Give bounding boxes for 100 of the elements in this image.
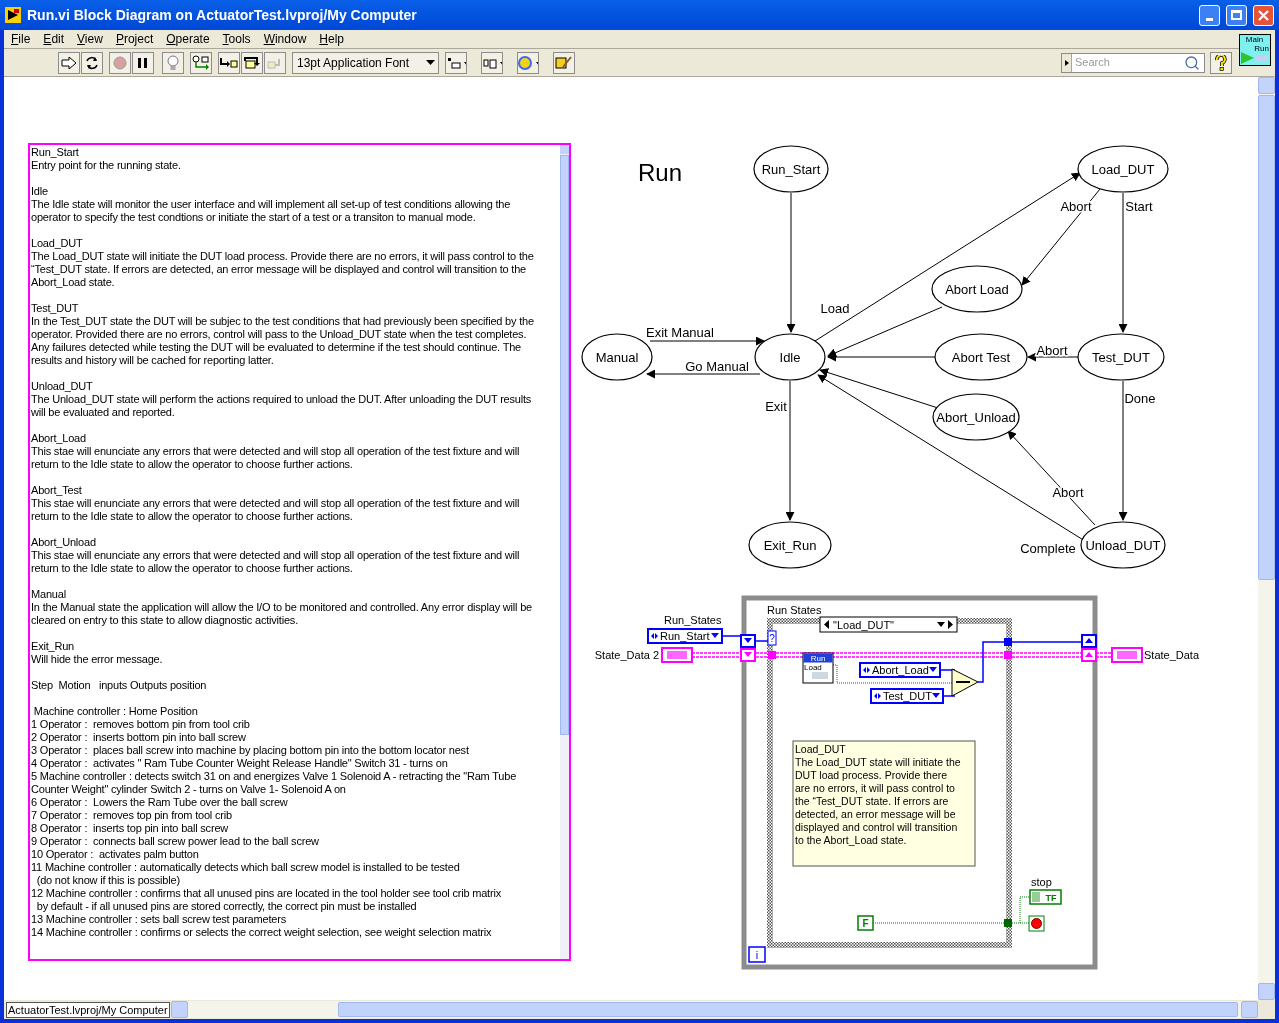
- triangle-icon: [1064, 59, 1069, 66]
- case-selector[interactable]: "Load_DUT": [819, 616, 958, 633]
- menu-item[interactable]: View: [77, 30, 103, 48]
- lightbulb-icon[interactable]: [162, 51, 184, 74]
- comment-line: The Load_DUT state will initiate the DUT load process. Provide there are no errors, it will pass control to the: [31, 250, 534, 263]
- comment-line: Abort_Load: [31, 432, 86, 445]
- comment-line: 5 Machine controller : detects switch 31 on and energizes Valve 1 Solenoid A - retracting the "Ram Tube: [31, 770, 517, 783]
- cleanup-icon[interactable]: [553, 51, 575, 74]
- case-structure-label: Run States: [767, 604, 822, 616]
- shift-register-icon: [1081, 648, 1097, 662]
- enum-constant: Test_DUT: [870, 688, 944, 704]
- diagram-title: Run: [638, 159, 683, 186]
- comment-line: Counter Weight" cylinder Switch 2 - turns on Valve 1- Solenoid A on: [31, 783, 346, 796]
- menu-item[interactable]: Tools: [222, 30, 251, 48]
- boolean-indicator: TF: [1029, 889, 1062, 905]
- minimize-button[interactable]: [1199, 4, 1220, 26]
- comment-line: Test_DUT: [31, 302, 79, 315]
- transition-label: Go Manual: [685, 359, 749, 374]
- pause-icon[interactable]: [132, 51, 154, 74]
- comment-line: (do not know if this is possible): [35, 874, 180, 887]
- comment-line: Abort_Unload: [31, 536, 96, 549]
- enum-constant: Run_Start: [647, 628, 723, 644]
- menu-item[interactable]: File: [11, 30, 31, 48]
- close-button[interactable]: [1253, 4, 1274, 26]
- select-node-icon: [951, 668, 979, 697]
- search-field[interactable]: Search: [1072, 54, 1184, 71]
- vi-icon: Main Run: [1239, 34, 1271, 66]
- comment-line: 9 Operator : connects ball screw power lead to the ball screw: [31, 835, 319, 848]
- state-node: Abort Test: [934, 333, 1028, 381]
- comment-line: results and history will be cached for reporting latter.: [31, 354, 274, 367]
- comment-line: This stae will enunciate any errors that were detected and will stop all operation of the test fixture and will: [31, 549, 520, 562]
- comment-line: In the Manual state the application will allow the I/O to be monitored and controlled. Any error display will be: [31, 601, 532, 614]
- comment-line: Unload_DUT: [31, 380, 93, 393]
- align-dropdown-icon[interactable]: [445, 51, 467, 74]
- comment-line: 6 Operator : Lowers the Ram Tube over the ball screw: [31, 796, 288, 809]
- diagram-comment: Load_DUT The Load_DUT state will initiate the DUT load process. Provide there are no errors, it will pass control to the “Test_DUT state. If errors are detected, an error message will be displayed and control will transition to the Abort_Load state.: [792, 740, 976, 867]
- search-box[interactable]: Search: [1061, 52, 1205, 73]
- tunnel: [1004, 919, 1012, 927]
- comment-line: Abort_Test: [31, 484, 82, 497]
- transition-label: Complete: [1020, 541, 1076, 556]
- indicator-label: stop: [1031, 876, 1052, 888]
- subvi-node: Run Load: [802, 652, 834, 684]
- menu-item[interactable]: Help: [319, 30, 344, 48]
- transition-label: Load: [820, 301, 850, 316]
- step-into-icon[interactable]: [218, 51, 240, 74]
- comment-line: cleared on entry to this state to allow diagnostic activities.: [31, 614, 299, 627]
- state-node: Abort Load: [931, 265, 1023, 313]
- shift-register-icon: [1081, 634, 1097, 648]
- comment-line: return to the Idle state to allow the operator to choose further actions.: [31, 458, 353, 471]
- comment-line: 2 Operator : inserts bottom pin into ball screw: [31, 731, 246, 744]
- cluster-terminal-icon: [1111, 647, 1143, 663]
- menu-item[interactable]: Operate: [166, 30, 210, 48]
- menu-item[interactable]: Project: [115, 30, 154, 48]
- comment-line: Machine controller : Home Position: [32, 705, 198, 718]
- menu-item[interactable]: Window: [263, 30, 307, 48]
- state-node: Test_DUT: [1077, 333, 1165, 381]
- comment-line: return to the Idle state to allow the operator to choose further actions.: [31, 562, 353, 575]
- state-node: Abort_Unload: [932, 393, 1020, 441]
- probe-icon[interactable]: [190, 51, 212, 74]
- help-icon[interactable]: [1210, 51, 1232, 74]
- font-dropdown[interactable]: 13pt Application Font: [292, 51, 439, 74]
- close-icon: [1258, 9, 1269, 21]
- step-over-icon[interactable]: [241, 51, 263, 74]
- window-title: Run.vi Block Diagram on ActuatorTest.lvproj/My Computer: [27, 5, 417, 25]
- app-icon: [5, 7, 21, 23]
- maximize-button[interactable]: [1226, 4, 1247, 26]
- comment-line: Load_DUT: [31, 237, 83, 250]
- comment-line: operator. Provided there are no errors, control will pass to the Unload_DUT state when the test completes.: [31, 328, 527, 341]
- comment-line: 11 Machine controller : automatically detects which ball screw model is installed to be tested: [31, 861, 460, 874]
- state-node: Run_Start: [753, 145, 829, 193]
- comment-line: will be evaluated and reported.: [31, 406, 175, 419]
- comment-line: The Unload_DUT state will perform the actions required to unload the DUT. After unloading the DUT results: [31, 393, 532, 406]
- transition-label: Abort: [1036, 343, 1068, 358]
- comment-line: Step Motion inputs Outputs position: [31, 679, 207, 692]
- comment-line: Run_Start: [31, 146, 79, 159]
- comment-line: “Test_DUT state. If errors are detected, an error message will be displayed and control will transition to the: [31, 263, 527, 276]
- stop-sign-icon: [1028, 915, 1045, 932]
- reorder-dropdown-icon[interactable]: [517, 51, 539, 74]
- transition-label: Abort: [1060, 199, 1092, 214]
- run-continuously-icon[interactable]: [81, 51, 103, 74]
- menu-item[interactable]: Edit: [43, 30, 65, 48]
- search-options-button[interactable]: [1062, 53, 1072, 72]
- caret-icon: [426, 60, 435, 65]
- status-path: ActuatorTest.lvproj/My Computer: [6, 1001, 170, 1018]
- comment-line: 10 Operator : activates palm button: [31, 848, 199, 861]
- transition-label: Start: [1125, 199, 1153, 214]
- comment-line: 13 Machine controller : sets ball screw test parameters: [31, 913, 286, 926]
- enum-constant: Abort_Load: [859, 662, 941, 678]
- shift-register-icon: [740, 634, 756, 648]
- comment-line: The Idle state will monitor the user interface and will implement all set-up of test conditions allowing the: [31, 198, 511, 211]
- state-node: Exit_Run: [748, 521, 832, 569]
- false-constant: F: [857, 915, 874, 931]
- comment-line: This stae will enunciate any errors that were detected and will stop all operation of the test fixture and will: [31, 497, 520, 510]
- search-icon: [1184, 54, 1200, 71]
- comment-line: Will hide the error message.: [31, 653, 163, 666]
- tunnel: [768, 651, 776, 659]
- comment-line: by default - if all unused pins are stored correctly, the correct pin must be installed: [35, 900, 417, 913]
- state-node: Idle: [754, 333, 826, 381]
- comment-line: Entry point for the running state.: [31, 159, 181, 172]
- distribute-dropdown-icon[interactable]: [481, 51, 503, 74]
